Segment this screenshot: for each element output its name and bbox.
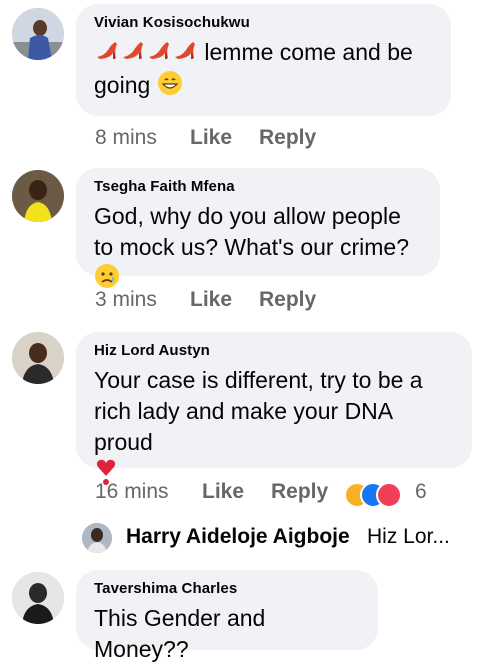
high-heel-icon [94,38,120,70]
comment-time[interactable]: 16 mins [95,480,169,504]
reply-author[interactable]: Harry Aideloje Aigboje [126,525,350,549]
comment-text: lemme come and be going [94,37,435,104]
comment-actions: 3 mins Like Reply [95,288,395,318]
comment-text-body: God, why do you allow people to mock us?… [94,203,409,260]
avatar[interactable] [12,572,64,624]
avatar[interactable] [12,8,64,60]
high-heel-icon [172,38,198,70]
reply-button[interactable]: Reply [259,126,316,150]
reply-snippet: Hiz Lor... [367,525,450,548]
comment-bubble[interactable]: Tsegha Faith Mfena God, why do you allow… [76,168,440,288]
reply-button[interactable]: Reply [271,480,328,504]
comment-time[interactable]: 3 mins [95,288,157,312]
comment-author[interactable]: Hiz Lord Austyn [94,342,456,359]
comment-bubble[interactable]: Hiz Lord Austyn Your case is different, … [76,332,472,485]
comment-bubble[interactable]: Vivian Kosisochukwu lemme come and be go… [76,4,451,116]
comment-author[interactable]: Vivian Kosisochukwu [94,14,435,31]
reply-button[interactable]: Reply [259,288,316,312]
high-heel-icon [146,38,172,70]
comment-time[interactable]: 8 mins [95,126,157,150]
comment-author[interactable]: Tsegha Faith Mfena [94,178,424,195]
comment-text-body: This Gender and Money?? [94,605,266,662]
comment-text: Your case is different, try to be a rich… [94,365,456,494]
like-button[interactable]: Like [190,288,232,312]
comment-text-body: Your case is different, try to be a rich… [94,367,423,455]
grinning-face-icon [157,70,183,104]
comment-author[interactable]: Tavershima Charles [94,580,362,597]
reaction-count[interactable]: 6 [415,480,427,504]
reply-preview[interactable]: Harry Aideloje Aigboje Hiz Lor... [0,520,491,560]
avatar[interactable] [12,332,64,384]
love-reaction-icon [376,482,402,508]
comment-actions: 16 mins Like Reply 6 [95,480,435,510]
comment-text: God, why do you allow people to mock us?… [94,201,424,297]
comment-text: This Gender and Money?? [94,603,362,665]
like-button[interactable]: Like [202,480,244,504]
comment-bubble[interactable]: Tavershima Charles This Gender and Money… [76,570,378,662]
comment-actions: 8 mins Like Reply [95,126,395,156]
avatar [82,523,112,553]
reaction-summary[interactable] [344,482,404,508]
avatar[interactable] [12,170,64,222]
like-button[interactable]: Like [190,126,232,150]
high-heel-icon [120,38,146,70]
